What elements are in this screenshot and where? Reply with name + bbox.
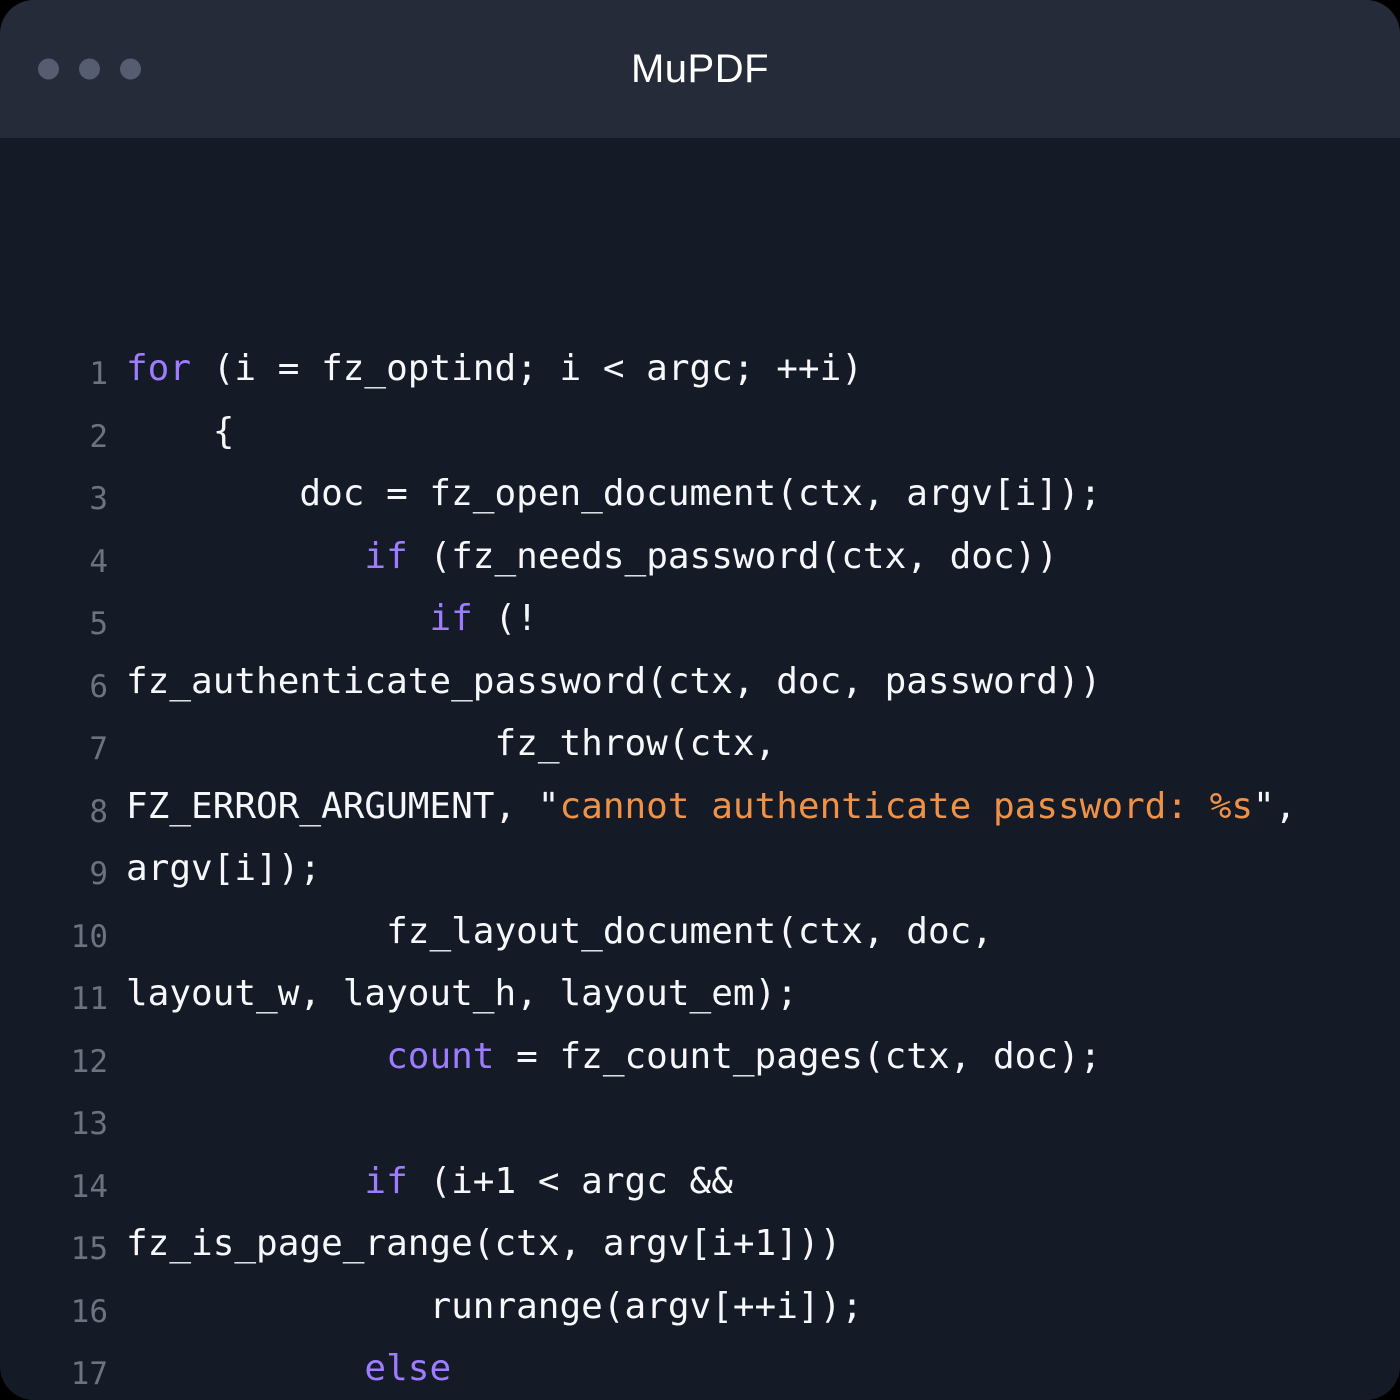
line-number: 12 — [70, 1043, 108, 1080]
line-number: 6 — [89, 668, 108, 705]
code-token-str: cannot authenticate password: %s — [559, 785, 1254, 827]
line-number: 7 — [89, 731, 108, 767]
minimize-window-icon[interactable] — [79, 58, 100, 80]
code-line: fz_is_page_range(ctx, argv[i+1])) — [126, 1213, 1372, 1276]
code-token-txt: (i+1 < argc && — [407, 1160, 733, 1202]
line-number: 8 — [89, 793, 108, 830]
line-number: 14 — [70, 1168, 108, 1205]
line-number: 13 — [70, 1106, 108, 1142]
line-number: 3 — [89, 481, 108, 517]
code-line: FZ_ERROR_ARGUMENT, "cannot authenticate … — [126, 776, 1372, 901]
code-token-kw: if — [364, 1160, 408, 1202]
code-token-kw: for — [126, 348, 192, 389]
code-window: MuPDF 1 2 3 4 5 6 7 8 9 10 11 12 13 14 15 16 17 for (i =… — [0, 0, 1400, 1400]
code-line: if (i+1 < argc && — [126, 1151, 1372, 1214]
code-line: else — [126, 1338, 1372, 1400]
code-token-txt: { — [126, 410, 235, 452]
code-token-txt: fz_layout_document(ctx, doc, — [126, 910, 993, 952]
code-token-txt: (fz_needs_password(ctx, doc)) — [407, 535, 1058, 577]
code-line: layout_w, layout_h, layout_em); — [126, 963, 1372, 1026]
code-editor[interactable]: 1 2 3 4 5 6 7 8 9 10 11 12 13 14 15 16 17 for (i = fz_op… — [0, 138, 1400, 1400]
code-line: if (! — [126, 588, 1372, 651]
window-titlebar: MuPDF — [0, 0, 1400, 138]
line-number: 2 — [89, 418, 108, 455]
window-title: MuPDF — [630, 47, 770, 91]
line-number: 9 — [89, 856, 108, 892]
line-number: 1 — [89, 356, 108, 392]
line-number: 16 — [70, 1293, 108, 1330]
line-number: 4 — [89, 543, 108, 580]
code-token-txt: (! — [472, 598, 538, 639]
code-line: if (fz_needs_password(ctx, doc)) — [126, 526, 1372, 589]
code-line: runrange(argv[++i]); — [126, 1276, 1372, 1339]
line-number-gutter: 1 2 3 4 5 6 7 8 9 10 11 12 13 14 15 16 17 — [0, 138, 126, 1400]
code-token-kw: if — [429, 598, 473, 639]
code-token-txt: FZ_ERROR_ARGUMENT, " — [126, 785, 560, 827]
code-line: count = fz_count_pages(ctx, doc); — [126, 1026, 1372, 1089]
code-line: fz_authenticate_password(ctx, doc, passw… — [126, 651, 1372, 714]
maximize-window-icon[interactable] — [120, 58, 141, 80]
code-token-txt: fz_is_page_range(ctx, argv[i+1])) — [126, 1223, 842, 1264]
line-number: 5 — [89, 606, 108, 642]
line-number: 15 — [70, 1231, 108, 1267]
code-content[interactable]: for (i = fz_optind; i < argc; ++i) { doc… — [126, 138, 1372, 1400]
code-token-txt: layout_w, layout_h, layout_em); — [126, 973, 798, 1014]
code-line: for (i = fz_optind; i < argc; ++i) — [126, 338, 1372, 401]
code-line: fz_throw(ctx, — [126, 713, 1372, 776]
close-window-icon[interactable] — [38, 58, 59, 80]
line-number: 17 — [70, 1356, 108, 1392]
code-token-kw: count — [386, 1035, 495, 1077]
window-controls[interactable] — [38, 58, 141, 80]
code-line: doc = fz_open_document(ctx, argv[i]); — [126, 463, 1372, 526]
code-token-txt: runrange(argv[++i]); — [126, 1285, 863, 1327]
line-number: 10 — [70, 918, 108, 955]
code-line: fz_layout_document(ctx, doc, — [126, 901, 1372, 964]
line-number: 11 — [70, 981, 108, 1017]
code-token-txt: (i = fz_optind; i < argc; ++i) — [191, 348, 863, 389]
code-token-txt: doc = fz_open_document(ctx, argv[i]); — [126, 473, 1102, 514]
code-token-kw: if — [364, 535, 408, 577]
code-token-txt: = fz_count_pages(ctx, doc); — [494, 1035, 1102, 1077]
code-token-txt: fz_throw(ctx, — [126, 723, 777, 764]
code-line: { — [126, 401, 1372, 464]
code-token-kw: else — [364, 1348, 452, 1389]
code-token-txt: fz_authenticate_password(ctx, doc, passw… — [126, 660, 1102, 702]
